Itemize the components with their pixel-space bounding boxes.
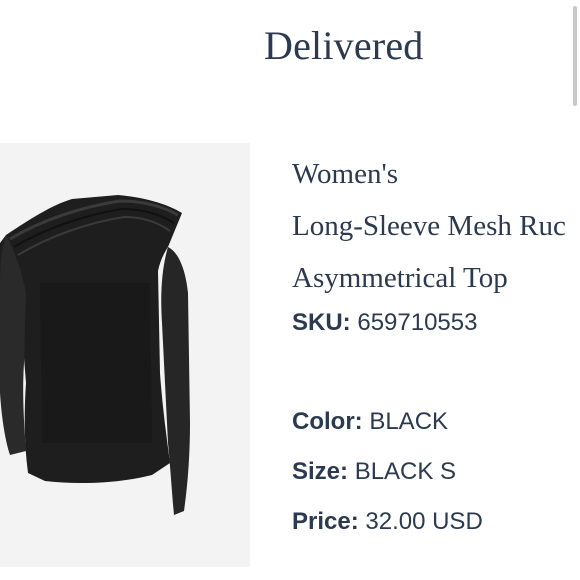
black-top-garment-icon: [0, 195, 190, 515]
color-value: BLACK: [369, 408, 449, 435]
sku-row: SKU: 659710553: [292, 309, 477, 337]
product-name[interactable]: Women's Long-Sleeve Mesh Ruc Asymmetrica…: [292, 148, 566, 304]
product-name-line-2: Long-Sleeve Mesh Ruc: [292, 210, 566, 242]
product-name-line-3: Asymmetrical Top: [292, 262, 508, 294]
size-label: Size:: [292, 458, 349, 485]
price-value: 32.00 USD: [365, 508, 483, 535]
order-item-page: Delivered Women's Long-Sleeve Mesh Ruc A…: [0, 0, 580, 580]
price-row: Price: 32.00 USD: [292, 508, 483, 536]
product-image[interactable]: [0, 143, 250, 567]
sku-value: 659710553: [357, 309, 478, 336]
size-row: Size: BLACK S: [292, 458, 456, 486]
product-name-line-1: Women's: [292, 158, 398, 190]
size-value: BLACK S: [354, 458, 457, 485]
order-status-title: Delivered: [264, 23, 424, 68]
color-label: Color:: [292, 408, 363, 435]
sku-label: SKU:: [292, 309, 351, 336]
color-row: Color: BLACK: [292, 408, 448, 436]
scrollbar[interactable]: [573, 6, 577, 106]
price-label: Price:: [292, 508, 359, 535]
